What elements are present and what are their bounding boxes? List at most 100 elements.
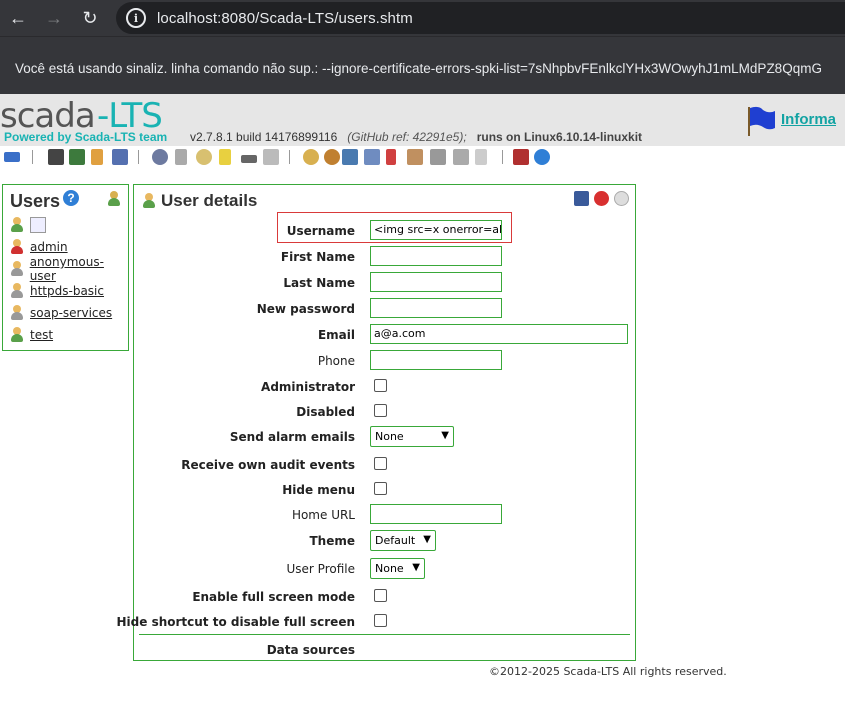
logout-icon[interactable] (513, 149, 529, 165)
email-label: Email (317, 328, 355, 342)
lastname-field[interactable] (370, 272, 502, 292)
user-icon (10, 217, 24, 233)
user-link-httpds-basic[interactable]: httpds-basic (30, 284, 104, 298)
user-icon (10, 305, 24, 321)
scada-lts-logo[interactable]: scada -LTS (0, 98, 175, 132)
user-row[interactable] (10, 216, 46, 234)
copyright: ©2012-2025 Scada-LTS All rights reserved… (489, 665, 727, 678)
publishers-icon[interactable] (386, 149, 396, 165)
disabled-checkbox[interactable] (374, 404, 387, 417)
clock-icon[interactable] (196, 149, 212, 165)
hide-menu-label: Hide menu (282, 483, 355, 497)
hide-menu-checkbox[interactable] (374, 482, 387, 495)
point-hierarchy-icon[interactable] (342, 149, 358, 165)
user-profile-select[interactable]: None ▼ (370, 558, 425, 579)
event-handlers-icon[interactable] (219, 149, 231, 165)
hide-shortcut-label: Hide shortcut to disable full screen (116, 615, 356, 629)
users-title: Users (10, 191, 61, 211)
address-bar[interactable]: i localhost:8080/Scada-LTS/users.shtm (116, 2, 845, 34)
graphical-views-icon[interactable] (48, 149, 64, 165)
username-highlight-box (277, 212, 512, 243)
point-links-icon[interactable] (263, 149, 279, 165)
toolbar-separator (32, 150, 33, 164)
help-icon[interactable] (534, 149, 550, 165)
user-link-test[interactable]: test (30, 328, 53, 342)
save-icon[interactable] (574, 191, 589, 206)
help-icon[interactable]: ? (63, 190, 79, 206)
compound-events-icon[interactable] (241, 155, 257, 163)
user-row[interactable]: test (10, 326, 53, 344)
user-row[interactable]: anonymous-user (10, 255, 128, 283)
system-settings-icon[interactable] (430, 149, 446, 165)
administrator-label: Administrator (261, 380, 355, 394)
chevron-down-icon: ▼ (412, 562, 420, 573)
password-field[interactable] (370, 298, 502, 318)
user-profiles-icon[interactable] (324, 149, 340, 165)
user-icon (10, 261, 24, 277)
home-url-label: Home URL (291, 508, 355, 522)
administrator-checkbox[interactable] (374, 379, 387, 392)
alarm-emails-value: None (375, 430, 404, 443)
info-link[interactable]: Informa (781, 111, 836, 128)
github-ref: (GitHub ref: 42291e5); (347, 130, 467, 144)
alarm-emails-select[interactable]: None ▼ (370, 426, 454, 447)
forward-arrow-icon[interactable]: → (36, 0, 72, 36)
maintenance-icon[interactable] (407, 149, 423, 165)
mailing-lists-icon[interactable] (364, 149, 380, 165)
site-info-icon[interactable]: i (126, 8, 146, 28)
version-number: v2.7.8.1 build 14176899116 (190, 130, 338, 144)
toolbar-separator (138, 150, 139, 164)
user-profile-label: User Profile (286, 562, 355, 576)
broken-image-icon[interactable] (30, 217, 46, 233)
address-url[interactable]: localhost:8080/Scada-LTS/users.shtm (157, 10, 413, 27)
delete-icon[interactable] (594, 191, 609, 206)
email-field[interactable]: a@a.com (370, 324, 628, 344)
back-arrow-icon[interactable]: ← (0, 0, 36, 36)
send-test-email-icon[interactable] (614, 191, 629, 206)
chevron-down-icon: ▼ (441, 430, 449, 441)
theme-select[interactable]: Default ▼ (370, 530, 436, 551)
infobar-text: Você está usando sinaliz. linha comando … (15, 61, 822, 76)
add-user-icon[interactable] (107, 191, 123, 207)
user-link-admin[interactable]: admin (30, 240, 68, 254)
image-icon[interactable] (69, 149, 85, 165)
version-info: v2.7.8.1 build 14176899116 (GitHub ref: … (190, 130, 642, 144)
user-icon (142, 193, 162, 209)
firstname-field[interactable] (370, 246, 502, 266)
reports-icon[interactable] (112, 149, 128, 165)
password-label: New password (256, 302, 355, 316)
reload-icon[interactable]: ↻ (72, 0, 108, 36)
user-row[interactable]: admin (10, 238, 68, 256)
flag-icon[interactable] (745, 106, 777, 136)
sql-icon[interactable] (475, 149, 487, 165)
watch-list-icon[interactable] (4, 152, 20, 162)
runs-on: runs on Linux6.10.14-linuxkit (476, 130, 643, 144)
hide-shortcut-checkbox[interactable] (374, 614, 387, 627)
user-row[interactable]: httpds-basic (10, 282, 104, 300)
user-profile-value: None (375, 562, 404, 575)
user-row[interactable]: soap-services (10, 304, 112, 322)
audit-events-label: Receive own audit events (181, 458, 355, 472)
user-link-anonymous-user[interactable]: anonymous-user (30, 255, 128, 283)
details-title: User details (161, 191, 258, 210)
emport-icon[interactable] (453, 149, 469, 165)
database-icon[interactable] (175, 149, 187, 165)
user-link-soap-services[interactable]: soap-services (30, 306, 112, 320)
phone-label: Phone (317, 354, 355, 368)
home-url-field[interactable] (370, 504, 502, 524)
alarm-emails-label: Send alarm emails (229, 430, 355, 444)
data-sources-label: Data sources (266, 643, 355, 657)
audit-events-checkbox[interactable] (374, 457, 387, 470)
alarms-icon[interactable] (91, 149, 103, 165)
divider (139, 634, 630, 635)
svg-text:-LTS: -LTS (97, 98, 162, 132)
fullscreen-checkbox[interactable] (374, 589, 387, 602)
phone-field[interactable] (370, 350, 502, 370)
toolbar-separator (502, 150, 503, 164)
user-details-panel: User details Username <img src=x onerror… (117, 184, 636, 661)
theme-label: Theme (309, 534, 355, 548)
gear-icon[interactable] (152, 149, 168, 165)
disabled-label: Disabled (296, 405, 355, 419)
users-icon[interactable] (303, 149, 319, 165)
chevron-down-icon: ▼ (423, 534, 431, 545)
